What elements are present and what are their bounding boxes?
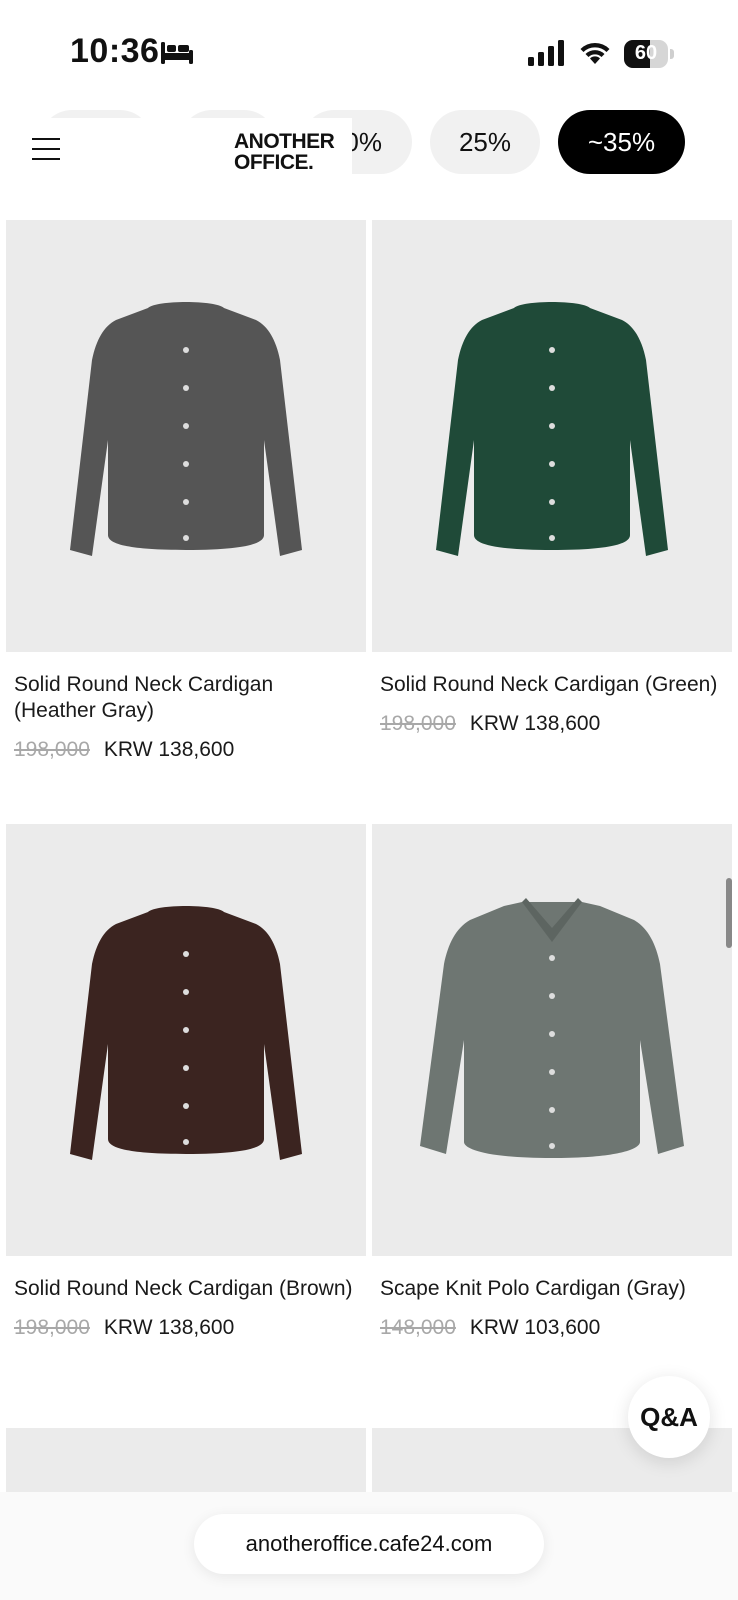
sale-price: KRW 138,600	[103, 1316, 235, 1339]
product-name[interactable]: Solid Round Neck Cardigan (Green)	[380, 672, 720, 698]
bed-icon	[161, 42, 193, 64]
product-image[interactable]	[372, 824, 732, 1256]
polo-cardigan-illustration	[420, 898, 684, 1158]
original-price: 198,000	[380, 712, 456, 735]
product-price: 148,000 KRW 103,600	[380, 1316, 732, 1340]
original-price: 198,000	[14, 738, 90, 761]
logo-line-2: OFFICE.	[234, 151, 314, 174]
product-card[interactable]: Solid Round Neck Cardigan (Heather Gray)…	[6, 220, 366, 762]
product-name[interactable]: Solid Round Neck Cardigan (Heather Gray)	[14, 672, 354, 724]
filter-chip-35[interactable]: ~35%	[558, 110, 685, 174]
sale-price: KRW 138,600	[103, 738, 235, 761]
clock: 10:36	[70, 32, 160, 70]
cellular-signal-icon	[528, 40, 564, 66]
sale-price: KRW 138,600	[469, 712, 601, 735]
status-bar: 10:36 60	[0, 0, 738, 100]
product-card[interactable]: Solid Round Neck Cardigan (Green) 198,00…	[372, 220, 732, 736]
product-image[interactable]	[6, 824, 366, 1256]
url-bar[interactable]: anotheroffice.cafe24.com	[194, 1514, 544, 1574]
logo-line-1: ANOTHER	[234, 130, 335, 153]
product-card[interactable]: Solid Round Neck Cardigan (Brown) 198,00…	[6, 824, 366, 1340]
sale-price: KRW 103,600	[469, 1316, 601, 1339]
product-price: 198,000 KRW 138,600	[380, 712, 732, 736]
hamburger-menu-icon[interactable]	[32, 138, 60, 162]
product-image[interactable]	[6, 220, 366, 652]
product-name[interactable]: Solid Round Neck Cardigan (Brown)	[14, 1276, 354, 1302]
product-price: 198,000 KRW 138,600	[14, 738, 366, 762]
wifi-icon	[580, 42, 610, 64]
battery-percent: 60	[634, 42, 658, 64]
product-name[interactable]: Scape Knit Polo Cardigan (Gray)	[380, 1276, 720, 1302]
brand-logo[interactable]: ANOTHER OFFICE.	[234, 130, 335, 174]
battery-icon: 60	[624, 40, 668, 68]
cardigan-illustration	[70, 302, 302, 556]
scroll-indicator[interactable]	[726, 878, 732, 948]
qa-button[interactable]: Q&A	[628, 1376, 710, 1458]
product-card[interactable]: Scape Knit Polo Cardigan (Gray) 148,000 K…	[372, 824, 732, 1340]
filter-chip-25[interactable]: 25%	[430, 110, 540, 174]
product-price: 198,000 KRW 138,600	[14, 1316, 366, 1340]
cardigan-illustration	[436, 302, 668, 556]
battery-tip	[670, 49, 674, 59]
product-image[interactable]	[372, 220, 732, 652]
original-price: 198,000	[14, 1316, 90, 1339]
original-price: 148,000	[380, 1316, 456, 1339]
cardigan-illustration	[70, 906, 302, 1160]
product-image-partial[interactable]	[6, 1428, 366, 1498]
